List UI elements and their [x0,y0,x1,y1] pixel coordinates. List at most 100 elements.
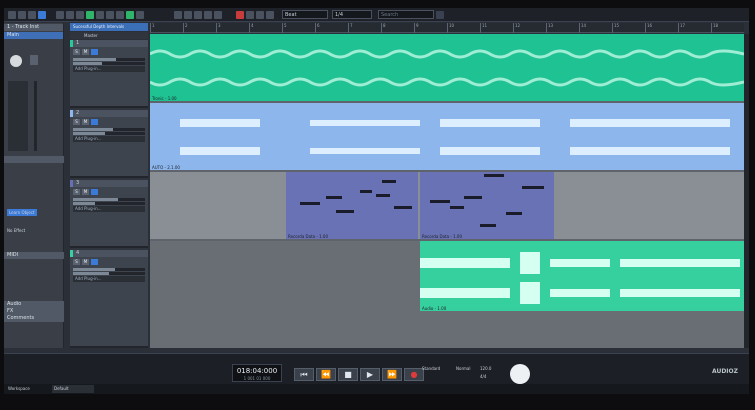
search-input[interactable]: Search [378,10,434,19]
tab-song[interactable]: Sucessful Depth Intervals [70,23,148,31]
listen-tool-icon[interactable] [116,11,124,19]
time-signature[interactable]: 4/4 [480,374,486,379]
split-tool-icon[interactable] [76,11,84,19]
ruler-tick: 12 [513,23,520,33]
timeline-ruler[interactable]: 1 2 3 4 5 6 7 8 9 10 11 12 13 14 15 16 17 18 [150,23,744,33]
volume-fader[interactable] [34,81,37,151]
erase-tool-icon[interactable] [96,11,104,19]
solo-button[interactable]: M [82,49,89,55]
add-plugin-button[interactable]: Add Plug-in... [73,136,145,142]
solo-button[interactable]: M [82,119,89,125]
workspace-select[interactable]: Default [52,385,94,393]
mute-button[interactable]: S [73,259,80,265]
tempo-mode-label[interactable]: Standard [422,366,440,371]
track-list: 1 SM Add Plug-in... 2 SM Add Plug-in... … [70,40,148,348]
tempo-icon[interactable] [256,11,264,19]
comments-section-header[interactable]: Comments [4,315,64,322]
clip-label: Recorda Data - 1.00 [422,234,462,239]
mute-button[interactable]: S [73,189,80,195]
solo-button[interactable]: M [82,259,89,265]
inspector-section-header[interactable]: Comments [4,156,64,163]
add-plugin-button[interactable]: Add Plug-in... [73,206,145,212]
search-icon[interactable] [436,11,444,19]
clip-track-1[interactable]: Tronic - 1.00 [150,34,744,101]
mute-tool-icon[interactable] [106,11,114,19]
loop-icon[interactable] [194,11,202,19]
pan-knob-icon[interactable] [10,55,22,67]
audio-clip[interactable]: Audio - 1.00 [420,241,744,311]
ruler-tick: 11 [480,23,487,33]
waveform-icon [180,119,730,127]
draw-tool-icon[interactable] [86,11,94,19]
mute-button[interactable]: S [73,119,80,125]
learn-object-button[interactable]: Learn Object [7,209,37,216]
pan-slider[interactable] [73,202,145,205]
track-header-1[interactable]: 1 SM Add Plug-in... [70,40,148,108]
add-plugin-button[interactable]: Add Plug-in... [73,66,145,72]
select-tool-icon[interactable] [56,11,64,19]
pan-slider[interactable] [73,62,145,65]
arrange-view[interactable]: Tronic - 1.00 AUTO - 2.1.00 Recorda Data… [150,34,744,348]
track-header-4[interactable]: 4 SM Add Plug-in... [70,250,148,348]
save-icon[interactable] [28,11,36,19]
monitor-icon[interactable] [246,11,254,19]
forward-button[interactable]: ⏩ [382,368,402,381]
track-header-3[interactable]: 3 SM Add Plug-in... [70,180,148,248]
new-icon[interactable] [8,11,16,19]
settings-icon[interactable] [266,11,274,19]
tempo-value[interactable]: 120.0 [480,366,491,371]
track-name[interactable]: 2 [70,110,148,117]
metronome-knob-icon[interactable] [510,364,530,384]
grid-select[interactable]: 1/4 [332,10,372,19]
range-tool-icon[interactable] [66,11,74,19]
normal-mode-label[interactable]: Normal [456,366,470,371]
record-arm-button[interactable] [91,189,98,195]
volume-slider[interactable] [73,268,145,271]
audio-section-header[interactable]: Audio [4,301,64,308]
record-arm-button[interactable] [91,49,98,55]
record-button[interactable]: ● [404,368,424,381]
metronome-icon[interactable] [204,11,212,19]
inspector-track-select[interactable]: 1 - Track Inst [4,24,63,31]
pan-slider[interactable] [73,132,145,135]
volume-slider[interactable] [73,128,145,131]
solo-button[interactable]: M [82,189,89,195]
midi-clip[interactable]: Recorda Data - 1.00 [420,172,554,239]
stop-button[interactable]: ■ [338,368,358,381]
inspector-main-label[interactable]: Main [4,32,63,39]
track-name[interactable]: 4 [70,250,148,257]
open-icon[interactable] [18,11,26,19]
waveform-icon [420,282,740,304]
pan-slider[interactable] [73,272,145,275]
track-header-2[interactable]: 2 SM Add Plug-in... [70,110,148,178]
punch-icon[interactable] [214,11,222,19]
record-arm-button[interactable] [91,119,98,125]
clip-track-2[interactable]: AUTO - 2.1.00 [150,103,744,170]
midi-section-header[interactable]: MIDI [4,252,64,259]
play-button[interactable]: ▶ [360,368,380,381]
timebase-select[interactable]: Beat [282,10,328,19]
vertical-scrollbar[interactable] [744,34,749,348]
mute-icon[interactable] [30,55,38,65]
track-name[interactable]: 3 [70,180,148,187]
ruler-tick: 17 [678,23,685,33]
automation-icon[interactable] [184,11,192,19]
volume-slider[interactable] [73,198,145,201]
midi-clip[interactable]: Recorda Data - 1.00 [286,172,418,239]
record-mode-icon[interactable] [236,11,244,19]
snap-icon[interactable] [126,11,134,19]
track-name[interactable]: 1 [70,40,148,47]
watermark: AUDIOZ [712,368,738,375]
volume-slider[interactable] [73,58,145,61]
rewind-to-start-button[interactable]: ⏮ [294,368,314,381]
add-plugin-button[interactable]: Add Plug-in... [73,276,145,282]
ruler-tick: 3 [216,23,221,33]
master-label: Master [70,32,148,39]
record-arm-button[interactable] [91,259,98,265]
marker-icon[interactable] [174,11,182,19]
quantize-icon[interactable] [136,11,144,19]
undo-icon[interactable] [38,11,46,19]
mute-button[interactable]: S [73,49,80,55]
fx-section-header[interactable]: FX [4,308,64,315]
rewind-button[interactable]: ⏪ [316,368,336,381]
